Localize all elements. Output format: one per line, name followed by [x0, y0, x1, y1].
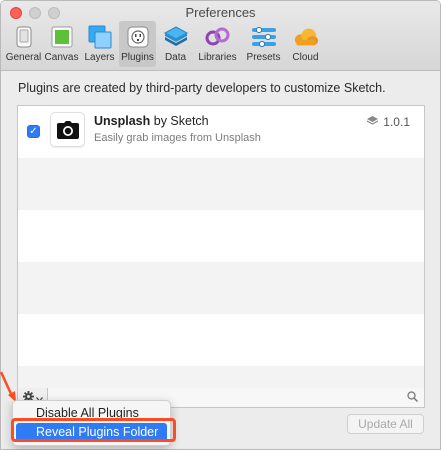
empty-row	[18, 158, 424, 210]
preferences-window: Preferences General Canvas Layers Plugin…	[0, 0, 441, 450]
camera-icon	[50, 112, 85, 147]
stack-icon	[367, 115, 379, 129]
tab-label: Layers	[84, 52, 115, 63]
empty-row	[18, 366, 424, 388]
plugin-title: Unsplash	[94, 114, 151, 128]
titlebar: Preferences General Canvas Layers Plugin…	[1, 1, 440, 71]
plugin-row[interactable]: ✓ Unsplash by Sketch Easily grab images …	[18, 106, 424, 158]
tab-label: Libraries	[198, 52, 237, 63]
plugin-name: Unsplash by Sketch	[94, 114, 209, 128]
tab-data[interactable]: Data	[157, 21, 194, 67]
tab-label: Canvas	[44, 52, 79, 63]
highlight-annotation	[11, 418, 176, 442]
layers-icon	[87, 24, 113, 50]
plugin-version-number: 1.0.1	[383, 115, 410, 129]
search-icon[interactable]	[407, 391, 419, 405]
plugins-pane: Plugins are created by third-party devel…	[1, 71, 440, 449]
plugin-author: by Sketch	[153, 114, 209, 128]
data-icon	[163, 24, 189, 50]
plugin-version: 1.0.1	[367, 115, 410, 129]
tab-libraries[interactable]: Libraries	[195, 21, 240, 67]
tab-layers[interactable]: Layers	[81, 21, 118, 67]
tab-canvas[interactable]: Canvas	[43, 21, 80, 67]
plugins-intro-text: Plugins are created by third-party devel…	[18, 81, 386, 95]
plugin-description: Easily grab images from Unsplash	[94, 132, 261, 144]
empty-row	[18, 314, 424, 366]
tab-label: General	[5, 52, 42, 63]
plugin-enabled-checkbox[interactable]: ✓	[27, 125, 40, 138]
empty-row	[18, 210, 424, 262]
arrow-annotation-icon	[0, 370, 20, 404]
presets-icon	[251, 24, 277, 50]
tab-cloud[interactable]: Cloud	[287, 21, 324, 67]
plugins-list: ✓ Unsplash by Sketch Easily grab images …	[17, 105, 425, 389]
tab-general[interactable]: General	[5, 21, 42, 67]
phone-icon	[11, 24, 37, 50]
tab-label: Data	[164, 52, 187, 63]
tab-label: Cloud	[292, 52, 319, 63]
canvas-icon	[49, 24, 75, 50]
tab-plugins[interactable]: Plugins	[119, 21, 156, 67]
window-title: Preferences	[185, 5, 256, 20]
cloud-icon	[293, 24, 319, 50]
update-all-button[interactable]: Update All	[347, 414, 424, 434]
plug-icon	[125, 24, 151, 50]
tab-label: Plugins	[121, 52, 154, 63]
empty-row	[18, 262, 424, 314]
libraries-icon	[205, 24, 231, 50]
preferences-toolbar: General Canvas Layers Plugins Data Libra…	[5, 21, 325, 69]
tab-presets[interactable]: Presets	[241, 21, 286, 67]
tab-label: Presets	[246, 52, 281, 63]
